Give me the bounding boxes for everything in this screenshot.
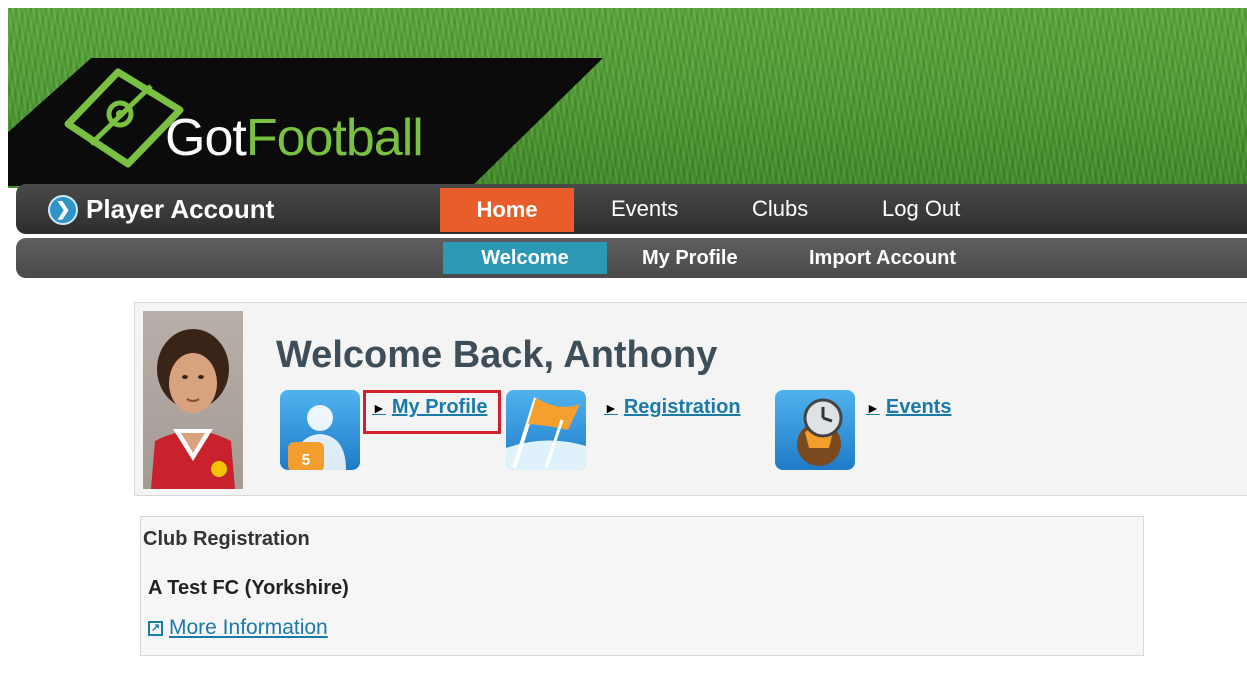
arrow-right-icon: ►: [866, 399, 880, 416]
brand-logo-text[interactable]: GotFootball: [165, 109, 424, 167]
brand-football: Football: [245, 109, 424, 167]
tab-home[interactable]: Home: [440, 188, 574, 232]
tab-clubs[interactable]: Clubs: [752, 198, 808, 220]
more-information-label[interactable]: More Information: [169, 616, 328, 640]
sub-nav-bar: [16, 238, 1247, 278]
subtab-my-profile[interactable]: My Profile: [642, 242, 738, 274]
more-information-link[interactable]: ↗ More Information: [148, 616, 328, 640]
subtab-welcome[interactable]: Welcome: [443, 242, 607, 274]
subtab-import-account[interactable]: Import Account: [809, 242, 956, 274]
player-shirt-icon[interactable]: 5: [280, 390, 360, 470]
account-label: Player Account: [86, 194, 275, 224]
arrow-right-icon: ►: [604, 399, 618, 416]
player-account-title: ❯ Player Account: [48, 194, 274, 225]
flag-icon[interactable]: [506, 390, 586, 470]
svg-text:5: 5: [302, 452, 311, 469]
brand-got: Got: [165, 109, 247, 167]
quicklink-events[interactable]: ► Events: [866, 396, 951, 419]
quicklink-registration-label[interactable]: Registration: [624, 396, 741, 419]
club-registration-heading: Club Registration: [143, 528, 310, 550]
chevron-right-icon: ❯: [48, 194, 78, 225]
welcome-title: Welcome Back, Anthony: [276, 334, 718, 376]
external-link-icon: ↗: [148, 620, 163, 636]
quicklink-registration[interactable]: ► Registration: [604, 396, 741, 419]
club-name: A Test FC (Yorkshire): [148, 577, 349, 599]
profile-photo: [143, 311, 243, 489]
tab-events[interactable]: Events: [611, 198, 678, 220]
tab-log-out[interactable]: Log Out: [882, 198, 960, 220]
quicklink-events-label[interactable]: Events: [886, 396, 952, 419]
highlight-box: [363, 390, 501, 434]
clock-ball-icon[interactable]: [775, 390, 855, 470]
